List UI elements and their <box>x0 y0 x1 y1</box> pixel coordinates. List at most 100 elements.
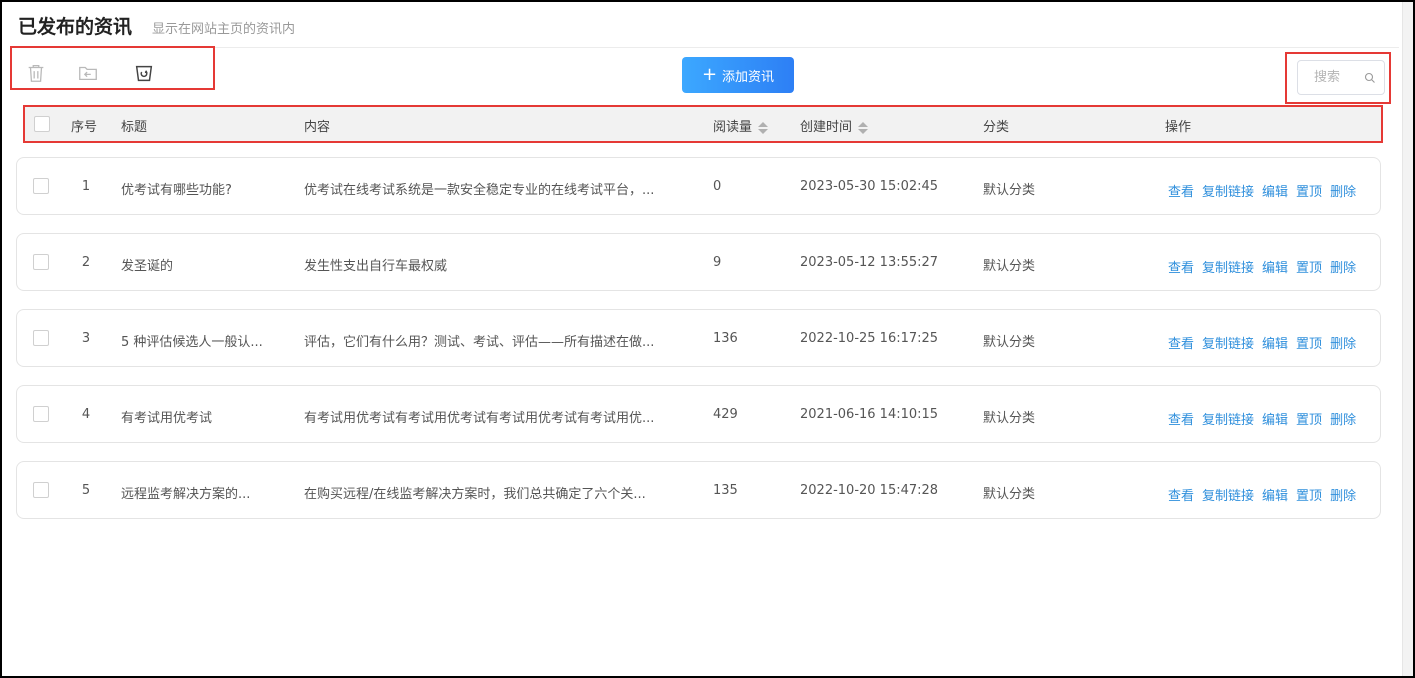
row-reads: 136 <box>713 331 738 346</box>
row-checkbox[interactable] <box>33 482 49 498</box>
column-header-title: 标题 <box>121 120 148 135</box>
row-created: 2023-05-30 15:02:45 <box>800 179 939 194</box>
row-checkbox[interactable] <box>33 178 49 194</box>
search-box[interactable] <box>1297 60 1385 95</box>
delete-link[interactable]: 删除 <box>1330 181 1356 200</box>
column-header-created-label: 创建时间 <box>800 120 853 135</box>
pin-link[interactable]: 置顶 <box>1296 409 1322 428</box>
trash-icon[interactable] <box>22 61 50 85</box>
search-highlight <box>1285 52 1391 104</box>
row-reads: 9 <box>713 255 722 270</box>
row-title: 优考试有哪些功能? <box>121 183 232 198</box>
row-category: 默认分类 <box>983 487 1036 502</box>
row-content: 评估，它们有什么用？测试、考试、评估——所有描述在做... <box>304 335 655 350</box>
table-row: 3 5 种评估候选人一般认... 评估，它们有什么用？测试、考试、评估——所有描… <box>16 309 1381 367</box>
row-created: 2023-05-12 13:55:27 <box>800 255 939 270</box>
row-actions: 查看 复制链接 编辑 置顶 删除 <box>1168 257 1356 276</box>
pin-link[interactable]: 置顶 <box>1296 333 1322 352</box>
row-actions: 查看 复制链接 编辑 置顶 删除 <box>1168 181 1356 200</box>
search-input[interactable] <box>1312 69 1360 86</box>
edit-link[interactable]: 编辑 <box>1262 409 1288 428</box>
row-title: 5 种评估候选人一般认... <box>121 335 263 350</box>
edit-link[interactable]: 编辑 <box>1262 257 1288 276</box>
row-reads: 0 <box>713 179 722 194</box>
row-created: 2022-10-25 16:17:25 <box>800 331 939 346</box>
row-index: 5 <box>81 483 91 498</box>
add-news-button[interactable]: + 添加资讯 <box>682 57 794 93</box>
search-icon[interactable] <box>1364 72 1376 84</box>
row-category: 默认分类 <box>983 259 1036 274</box>
pin-link[interactable]: 置顶 <box>1296 257 1322 276</box>
row-title: 远程监考解决方案的... <box>121 487 251 502</box>
column-header-reads-label: 阅读量 <box>713 120 753 135</box>
header-divider <box>16 47 1399 48</box>
row-content: 优考试在线考试系统是一款安全稳定专业的在线考试平台，... <box>304 183 655 198</box>
table-row: 4 有考试用优考试 有考试用优考试有考试用优考试有考试用优考试有考试用优... … <box>16 385 1381 443</box>
page-subtitle: 显示在网站主页的资讯内 <box>152 22 296 37</box>
view-link[interactable]: 查看 <box>1168 333 1194 352</box>
table-row: 2 发圣诞的 发生性支出自行车最权威 9 2023-05-12 13:55:27… <box>16 233 1381 291</box>
row-checkbox[interactable] <box>33 330 49 346</box>
sort-icon[interactable] <box>858 121 869 135</box>
scrollbar[interactable] <box>1402 2 1413 676</box>
edit-link[interactable]: 编辑 <box>1262 333 1288 352</box>
row-created: 2022-10-20 15:47:28 <box>800 483 939 498</box>
column-header-reads[interactable]: 阅读量 <box>713 116 769 135</box>
row-actions: 查看 复制链接 编辑 置顶 删除 <box>1168 485 1356 504</box>
row-reads: 429 <box>713 407 738 422</box>
view-link[interactable]: 查看 <box>1168 257 1194 276</box>
row-category: 默认分类 <box>983 183 1036 198</box>
row-created: 2021-06-16 14:10:15 <box>800 407 939 422</box>
copy-link-link[interactable]: 复制链接 <box>1202 181 1254 200</box>
page-title: 已发布的资讯 <box>18 16 133 38</box>
copy-link-link[interactable]: 复制链接 <box>1202 409 1254 428</box>
recycle-bin-icon[interactable] <box>130 61 158 85</box>
add-news-label: 添加资讯 <box>722 69 775 85</box>
sort-icon[interactable] <box>758 121 769 135</box>
row-content: 发生性支出自行车最权威 <box>304 259 448 274</box>
column-header-category: 分类 <box>983 120 1010 135</box>
column-header-actions: 操作 <box>1165 120 1192 135</box>
row-actions: 查看 复制链接 编辑 置顶 删除 <box>1168 409 1356 428</box>
row-index: 4 <box>81 407 91 422</box>
table-row: 1 优考试有哪些功能? 优考试在线考试系统是一款安全稳定专业的在线考试平台，..… <box>16 157 1381 215</box>
view-link[interactable]: 查看 <box>1168 485 1194 504</box>
edit-link[interactable]: 编辑 <box>1262 181 1288 200</box>
table-header-highlight: 序号 标题 内容 阅读量 创建时间 分类 操作 <box>23 105 1383 143</box>
pin-link[interactable]: 置顶 <box>1296 181 1322 200</box>
column-header-index: 序号 <box>71 120 98 135</box>
row-category: 默认分类 <box>983 335 1036 350</box>
delete-link[interactable]: 删除 <box>1330 485 1356 504</box>
table-header: 序号 标题 内容 阅读量 创建时间 分类 操作 <box>25 107 1381 141</box>
edit-link[interactable]: 编辑 <box>1262 485 1288 504</box>
table-row: 5 远程监考解决方案的... 在购买远程/在线监考解决方案时，我们总共确定了六个… <box>16 461 1381 519</box>
folder-back-icon[interactable] <box>74 61 102 85</box>
pin-link[interactable]: 置顶 <box>1296 485 1322 504</box>
select-all-checkbox[interactable] <box>34 116 50 132</box>
copy-link-link[interactable]: 复制链接 <box>1202 333 1254 352</box>
page-header: 已发布的资讯 显示在网站主页的资讯内 <box>18 12 295 42</box>
view-link[interactable]: 查看 <box>1168 409 1194 428</box>
row-content: 有考试用优考试有考试用优考试有考试用优考试有考试用优... <box>304 411 655 426</box>
row-content: 在购买远程/在线监考解决方案时，我们总共确定了六个关... <box>304 487 646 502</box>
row-index: 1 <box>81 179 91 194</box>
copy-link-link[interactable]: 复制链接 <box>1202 257 1254 276</box>
plus-icon: + <box>701 64 718 85</box>
column-header-created[interactable]: 创建时间 <box>800 116 869 135</box>
delete-link[interactable]: 删除 <box>1330 409 1356 428</box>
row-index: 2 <box>81 255 91 270</box>
row-title: 有考试用优考试 <box>121 411 213 426</box>
row-checkbox[interactable] <box>33 254 49 270</box>
row-index: 3 <box>81 331 91 346</box>
row-reads: 135 <box>713 483 738 498</box>
copy-link-link[interactable]: 复制链接 <box>1202 485 1254 504</box>
row-actions: 查看 复制链接 编辑 置顶 删除 <box>1168 333 1356 352</box>
delete-link[interactable]: 删除 <box>1330 257 1356 276</box>
column-header-content: 内容 <box>304 120 331 135</box>
bulk-action-toolbar <box>10 46 215 90</box>
row-title: 发圣诞的 <box>121 259 174 274</box>
row-category: 默认分类 <box>983 411 1036 426</box>
delete-link[interactable]: 删除 <box>1330 333 1356 352</box>
row-checkbox[interactable] <box>33 406 49 422</box>
view-link[interactable]: 查看 <box>1168 181 1194 200</box>
